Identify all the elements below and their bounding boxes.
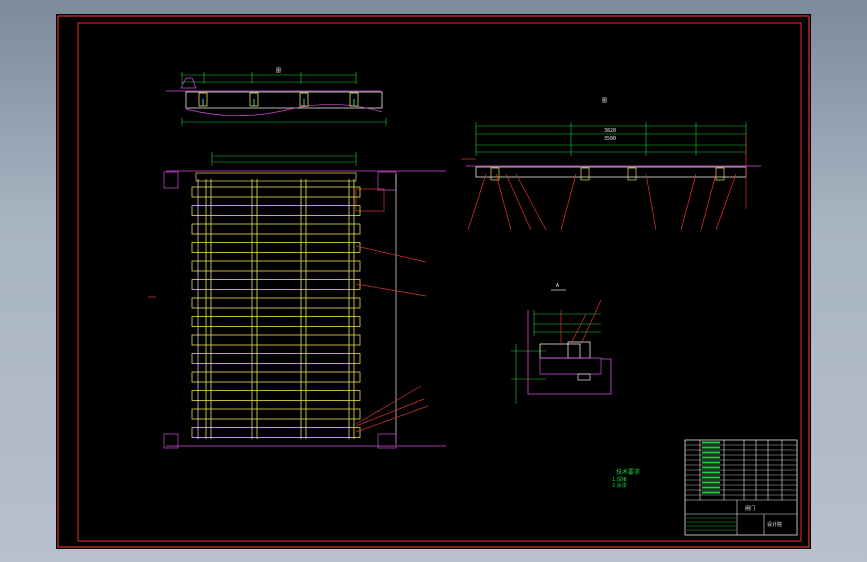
notes-line-2: 2.涂漆 <box>612 482 627 489</box>
side-view-label: 图 <box>602 98 607 104</box>
outer-border <box>57 15 810 548</box>
gate-beam <box>191 390 361 401</box>
gate-beam <box>191 186 361 198</box>
parts-list-entry <box>702 476 720 479</box>
side-total-dim: 3820 <box>604 128 616 134</box>
parts-list-entry <box>702 441 720 444</box>
gate-beam <box>191 223 361 235</box>
notes-title: 技术要求 <box>616 468 640 476</box>
drawing-name: 闸门 <box>745 505 755 512</box>
title-block: 闸门 设计院 <box>684 439 798 536</box>
gate-beam <box>191 279 361 290</box>
section-label: A <box>556 283 559 289</box>
parts-list-entry <box>702 456 720 459</box>
gate-beam <box>191 427 361 438</box>
section-detail-view: A <box>511 283 612 404</box>
company-name: 设计院 <box>767 521 782 528</box>
parts-list-entry <box>702 471 720 474</box>
parts-list-entry <box>702 451 720 454</box>
parts-list-entry <box>702 446 720 449</box>
parts-list-entry <box>702 486 720 489</box>
gate-beam <box>191 316 361 327</box>
gate-beam <box>191 205 361 216</box>
drawing-sheet: 图 3820 3500 图 A 技术要求 1.焊接 2.涂漆 闸门 设计院 <box>56 14 811 549</box>
side-sub-dim: 3500 <box>604 136 616 142</box>
inner-border <box>77 22 802 542</box>
parts-list-entry <box>702 481 720 484</box>
top-view-label: 图 <box>276 68 281 74</box>
gate-beam <box>191 353 361 364</box>
notes-line-1: 1.焊接 <box>612 476 627 483</box>
technical-notes: 技术要求 1.焊接 2.涂漆 <box>612 468 640 489</box>
cad-drawing-canvas: 图 3820 3500 图 A 技术要求 1.焊接 2.涂漆 闸门 设计院 <box>57 15 810 548</box>
parts-list-entry <box>702 491 720 494</box>
gate-beam <box>191 242 361 253</box>
gate-beam <box>191 371 361 383</box>
gate-beam <box>191 408 361 420</box>
parts-list-entry <box>702 461 720 464</box>
front-elevation-view <box>148 152 446 449</box>
side-elevation-view: 3820 3500 图 <box>461 98 761 231</box>
gate-beam <box>191 334 361 346</box>
top-detail-view: 图 <box>166 68 387 126</box>
gate-beam <box>191 260 361 272</box>
gate-beam <box>191 297 361 309</box>
parts-list-entry <box>702 466 720 469</box>
